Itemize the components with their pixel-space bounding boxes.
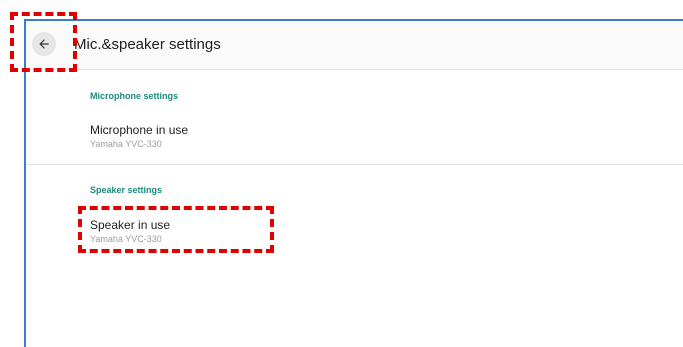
divider (26, 164, 683, 165)
arrow-left-icon (39, 39, 49, 49)
item-title: Microphone in use (90, 123, 189, 137)
app-bar: Mic.&speaker settings (26, 21, 683, 70)
item-value: Yamaha YVC-330 (90, 234, 162, 244)
settings-screen: Mic.&speaker settings Microphone setting… (24, 19, 683, 347)
speaker-in-use-item[interactable]: Speaker in use Yamaha YVC-330 (90, 218, 590, 252)
section-header-speaker: Speaker settings (90, 185, 163, 195)
microphone-in-use-item[interactable]: Microphone in use Yamaha YVC-330 (90, 123, 590, 157)
item-value: Yamaha YVC-330 (90, 139, 162, 149)
page-title: Mic.&speaker settings (74, 36, 221, 53)
item-title: Speaker in use (90, 218, 171, 232)
section-header-microphone: Microphone settings (90, 91, 179, 101)
back-button[interactable] (32, 32, 56, 56)
